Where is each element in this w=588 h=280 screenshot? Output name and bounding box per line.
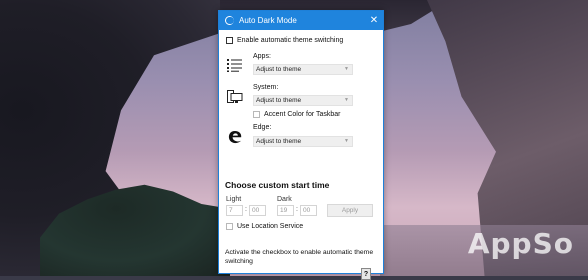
dark-minute-value: 00 [303,207,311,214]
apps-dropdown-value: Adjust to theme [256,66,302,73]
app-logo-icon [225,16,234,25]
window-title: Auto Dark Mode [239,16,297,25]
location-row[interactable]: Use Location Service [226,223,303,230]
light-label: Light [226,196,242,203]
chevron-down-icon: ▼ [344,66,349,72]
edge-dropdown[interactable]: Adjust to theme ▼ [253,136,353,147]
custom-time-heading: Choose custom start time [225,180,330,190]
list-icon [227,58,243,74]
dark-separator: : [296,206,298,213]
apply-button[interactable]: Apply [327,204,373,217]
light-hour-input[interactable]: 7 [226,205,243,216]
accent-row[interactable]: Accent Color for Taskbar [253,111,341,118]
dark-hour-value: 19 [280,207,288,214]
info-text: Activate the checkbox to enable automati… [225,249,374,265]
dark-hour-input[interactable]: 19 [277,205,294,216]
accent-label: Accent Color for Taskbar [264,111,341,118]
dark-label: Dark [277,196,292,203]
help-button[interactable]: ? [361,268,371,280]
chevron-down-icon: ▼ [344,97,349,103]
edge-dropdown-value: Adjust to theme [256,138,302,145]
edge-icon [228,130,242,146]
light-separator: : [245,206,247,213]
edge-label: Edge: [253,124,272,131]
light-hour-value: 7 [229,207,233,214]
location-label: Use Location Service [237,223,304,230]
apps-dropdown[interactable]: Adjust to theme ▼ [253,64,353,75]
enable-checkbox[interactable] [226,37,233,44]
system-label: System: [253,84,279,91]
title-bar[interactable]: Auto Dark Mode ✕ [219,11,383,30]
dark-minute-input[interactable]: 00 [300,205,317,216]
system-icon [227,90,243,106]
enable-row[interactable]: Enable automatic theme switching [226,37,343,44]
enable-label: Enable automatic theme switching [237,37,344,44]
chevron-down-icon: ▼ [344,138,349,144]
watermark-logo: AppSo [467,227,574,260]
accent-checkbox[interactable] [253,111,260,118]
location-checkbox[interactable] [226,223,233,230]
app-window: Auto Dark Mode ✕ Enable automatic theme … [218,10,384,280]
apps-label: Apps: [253,53,271,60]
light-minute-value: 00 [252,207,260,214]
system-dropdown[interactable]: Adjust to theme ▼ [253,95,353,106]
light-minute-input[interactable]: 00 [249,205,266,216]
close-button[interactable]: ✕ [365,11,383,30]
system-dropdown-value: Adjust to theme [256,97,302,104]
